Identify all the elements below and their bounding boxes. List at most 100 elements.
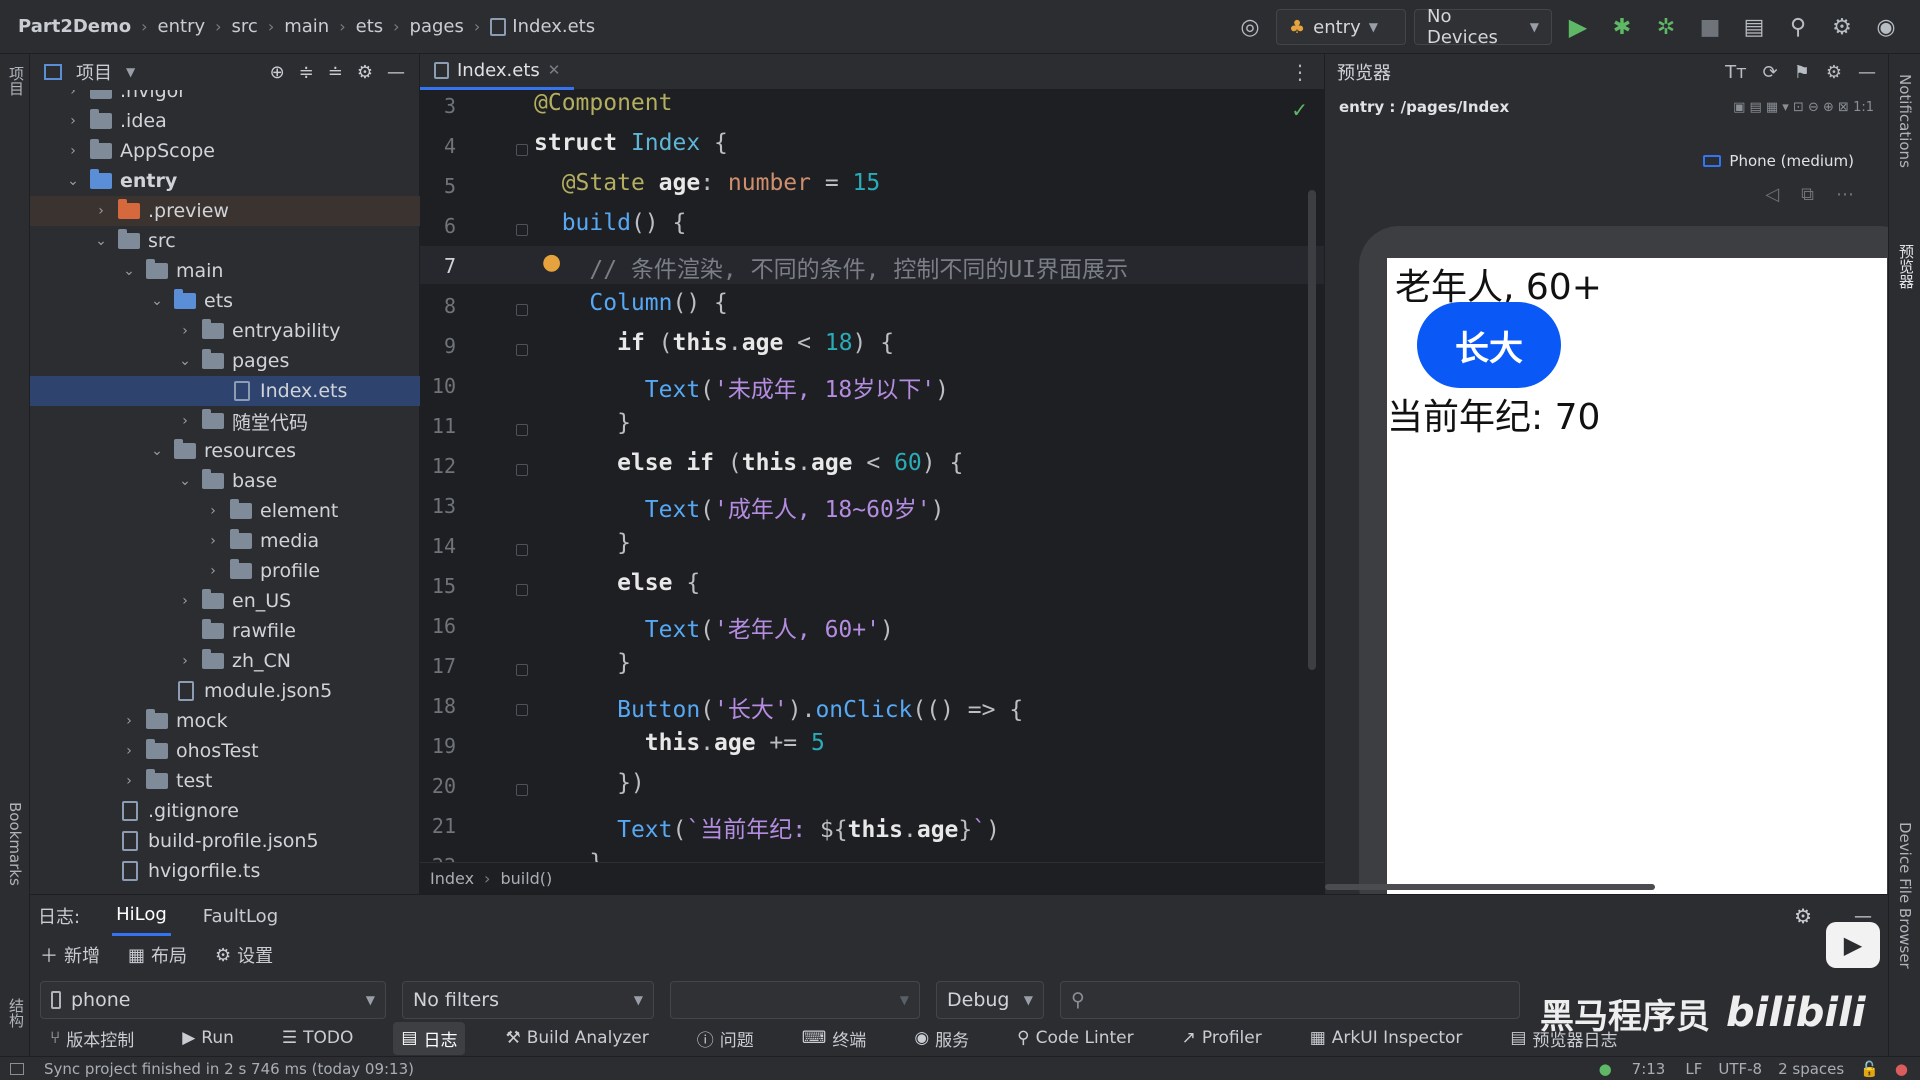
device-select[interactable]: No Devices ▼	[1414, 6, 1552, 48]
tw-build-analyzer[interactable]: ⚒ Build Analyzer	[497, 1024, 656, 1052]
breadcrumb-src[interactable]: src	[232, 16, 258, 37]
process-dropdown[interactable]: ▼	[670, 981, 920, 1019]
tw-log[interactable]: ▤ 日志	[393, 1021, 466, 1055]
tab-hilog[interactable]: HiLog	[112, 896, 171, 936]
code-editor[interactable]: 345678910111213141516171819202122 ● ✓ @C…	[420, 90, 1324, 862]
add-log-button[interactable]: ＋ 新增	[40, 942, 100, 968]
tw-services[interactable]: ◉ 服务	[906, 1022, 977, 1055]
breadcrumb-entry[interactable]: entry	[158, 16, 206, 37]
tree-item[interactable]: › .hvigor	[30, 90, 420, 106]
expand-all-icon[interactable]: ≑	[299, 62, 314, 83]
account-icon[interactable]: ◉	[1868, 9, 1904, 45]
editor-scrollbar[interactable]	[1308, 190, 1316, 670]
collapse-all-icon[interactable]: ≐	[328, 62, 343, 83]
breadcrumb-pages[interactable]: pages	[410, 16, 464, 37]
target-icon[interactable]: ◎	[1232, 9, 1268, 45]
minimize-icon[interactable]: —	[387, 62, 405, 83]
file-encoding[interactable]: UTF-8	[1718, 1060, 1762, 1078]
fold-marker-icon[interactable]	[516, 664, 528, 676]
tree-item[interactable]: › profile	[30, 556, 420, 586]
chevron-right-icon[interactable]: ›	[206, 563, 220, 579]
tree-item[interactable]: › element	[30, 496, 420, 526]
stop-icon[interactable]: ■	[1692, 9, 1728, 45]
log-search-input[interactable]: ⚲	[1060, 981, 1520, 1019]
preview-scrollbar[interactable]	[1325, 884, 1655, 890]
tree-item[interactable]: › entryability	[30, 316, 420, 346]
tree-item[interactable]: ⌄ base	[30, 466, 420, 496]
indent-setting[interactable]: 2 spaces	[1778, 1060, 1844, 1078]
panel-toggle-icon[interactable]	[10, 1062, 24, 1075]
attach-debugger-icon[interactable]: ✲	[1648, 9, 1684, 45]
tree-item[interactable]: › en_US	[30, 586, 420, 616]
chevron-right-icon[interactable]: ›	[206, 503, 220, 519]
line-separator[interactable]: LF	[1685, 1060, 1702, 1078]
tree-item[interactable]: ⌄ main	[30, 256, 420, 286]
tree-item[interactable]: ⌄ resources	[30, 436, 420, 466]
run-icon[interactable]: ▶	[1560, 9, 1596, 45]
structure-tool-button[interactable]: 结构	[6, 998, 27, 1028]
chevron-right-icon[interactable]: ›	[66, 90, 80, 99]
level-dropdown[interactable]: Debug ▼	[936, 981, 1044, 1019]
font-size-icon[interactable]: Tт	[1725, 62, 1746, 83]
chevron-down-icon[interactable]: ⌄	[66, 173, 80, 189]
tree-item[interactable]: › .preview	[30, 196, 420, 226]
more-icon[interactable]: ⋮	[1290, 60, 1310, 84]
notifications-tool-button[interactable]: Notifications	[1896, 74, 1914, 168]
error-icon[interactable]: ●	[1895, 1060, 1908, 1078]
breadcrumb-method[interactable]: build()	[500, 869, 552, 888]
device-dropdown[interactable]: phone ▼	[40, 981, 386, 1019]
filter-dropdown[interactable]: No filters ▼	[402, 981, 654, 1019]
gear-icon[interactable]: ⚙	[1794, 904, 1812, 928]
tree-item[interactable]: hvigorfile.ts	[30, 856, 420, 886]
tree-item[interactable]: ⌄ ets	[30, 286, 420, 316]
tree-item[interactable]: ⌄ pages	[30, 346, 420, 376]
device-file-browser-tool-button[interactable]: Device File Browser	[1896, 822, 1914, 969]
chevron-down-icon[interactable]: ⌄	[94, 233, 108, 249]
breadcrumb-project[interactable]: Part2Demo	[18, 16, 131, 37]
project-view-select[interactable]: 项目	[76, 59, 112, 85]
rotate-icon[interactable]: ⧉	[1801, 184, 1814, 205]
fold-marker-icon[interactable]	[516, 144, 528, 156]
tree-item[interactable]: .gitignore	[30, 796, 420, 826]
chevron-down-icon[interactable]: ⌄	[178, 473, 192, 489]
tree-item[interactable]: › media	[30, 526, 420, 556]
tw-terminal[interactable]: ⌨ 终端	[794, 1022, 875, 1055]
layout-button[interactable]: ▦ 布局	[128, 942, 187, 968]
project-structure-icon[interactable]: ▤	[1736, 9, 1772, 45]
fold-marker-icon[interactable]	[516, 584, 528, 596]
fold-marker-icon[interactable]	[516, 424, 528, 436]
refresh-icon[interactable]: ⟳	[1763, 62, 1778, 83]
more-icon[interactable]: ⋯	[1836, 184, 1854, 205]
grow-button[interactable]: 长大	[1417, 302, 1561, 388]
tree-item[interactable]: Index.ets	[30, 376, 420, 406]
breadcrumb-file[interactable]: Index.ets	[512, 16, 595, 37]
tree-item[interactable]: module.json5	[30, 676, 420, 706]
tree-item[interactable]: › zh_CN	[30, 646, 420, 676]
tree-item[interactable]: build-profile.json5	[30, 826, 420, 856]
chevron-right-icon[interactable]: ›	[178, 593, 192, 609]
tree-item[interactable]: rawfile	[30, 616, 420, 646]
fold-marker-icon[interactable]	[516, 704, 528, 716]
status-message[interactable]: Sync project finished in 2 s 746 ms (tod…	[44, 1060, 414, 1078]
tree-item[interactable]: › test	[30, 766, 420, 796]
bookmarks-tool-button[interactable]: Bookmarks	[6, 802, 24, 886]
tw-profiler[interactable]: ↗ Profiler	[1174, 1024, 1270, 1052]
fold-marker-icon[interactable]	[516, 344, 528, 356]
caret-position[interactable]: 7:13	[1632, 1060, 1666, 1078]
chevron-down-icon[interactable]: ⌄	[122, 263, 136, 279]
project-tool-button[interactable]: 项目	[6, 66, 27, 96]
tree-item[interactable]: ⌄ src	[30, 226, 420, 256]
log-settings-button[interactable]: ⚙ 设置	[215, 942, 273, 968]
debug-icon[interactable]: ✱	[1604, 9, 1640, 45]
settings-icon[interactable]: ⚙	[1824, 9, 1860, 45]
tree-item[interactable]: › 随堂代码	[30, 406, 420, 436]
chevron-right-icon[interactable]: ›	[66, 113, 80, 129]
chevron-right-icon[interactable]: ›	[94, 203, 108, 219]
tw-arkui-inspector[interactable]: ▦ ArkUI Inspector	[1302, 1024, 1471, 1052]
chevron-right-icon[interactable]: ›	[66, 143, 80, 159]
tree-item[interactable]: ⌄ entry	[30, 166, 420, 196]
chevron-down-icon[interactable]: ▼	[126, 65, 135, 79]
gear-icon[interactable]: ⚙	[357, 62, 373, 83]
breadcrumb-ets[interactable]: ets	[356, 16, 384, 37]
tree-item[interactable]: › ohosTest	[30, 736, 420, 766]
